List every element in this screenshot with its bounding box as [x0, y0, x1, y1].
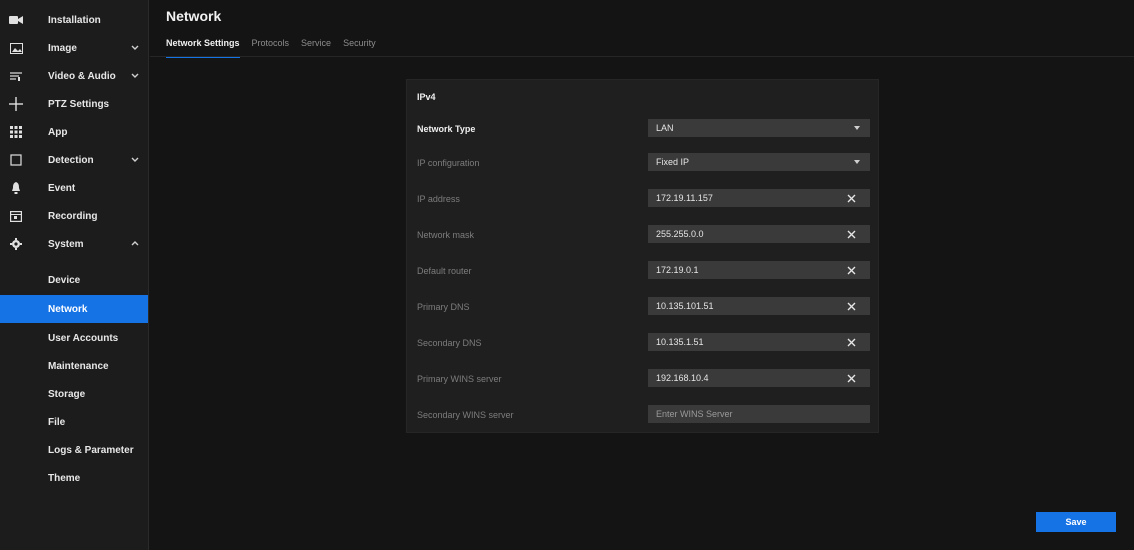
- save-button[interactable]: Save: [1036, 512, 1116, 532]
- clear-secondary-dns-icon[interactable]: [843, 333, 859, 351]
- sidebar-item-video-audio[interactable]: Video & Audio: [0, 65, 148, 87]
- sidebar-item-label: Image: [48, 42, 77, 54]
- sidebar-item-recording[interactable]: Recording: [0, 205, 148, 227]
- bell-icon: [9, 181, 23, 195]
- equalizer-icon: [9, 69, 23, 83]
- sidebar-subitem-label: Storage: [48, 388, 86, 400]
- ipv4-settings-panel: IPv4 Network Type LAN IP configuration F…: [406, 79, 879, 433]
- ip-address-field[interactable]: [648, 189, 870, 207]
- sidebar-subitem-label: Network: [48, 303, 88, 315]
- network-mask-label: Network mask: [417, 230, 475, 240]
- sidebar-subitem-logs-parameter[interactable]: Logs & Parameter: [0, 439, 148, 461]
- detection-frame-icon: [9, 153, 23, 167]
- sidebar-item-label: System: [48, 238, 84, 250]
- clear-primary-dns-icon[interactable]: [843, 297, 859, 315]
- clear-default-router-icon[interactable]: [843, 261, 859, 279]
- sidebar-subitem-label: Logs & Parameter: [48, 444, 134, 456]
- sidebar-subitem-file[interactable]: File: [0, 411, 148, 433]
- clear-network-mask-icon[interactable]: [843, 225, 859, 243]
- header-divider: [150, 56, 1134, 57]
- gear-icon: [9, 237, 23, 251]
- tab-security[interactable]: Security: [343, 38, 376, 56]
- sidebar-subitem-storage[interactable]: Storage: [0, 383, 148, 405]
- sidebar-subitem-label: File: [48, 416, 66, 428]
- sidebar-item-installation[interactable]: Installation: [0, 9, 148, 31]
- network-type-select[interactable]: LAN: [648, 119, 870, 137]
- apps-grid-icon: [9, 125, 23, 139]
- network-type-label: Network Type: [417, 124, 476, 134]
- sidebar-item-label: Installation: [48, 14, 101, 26]
- ip-configuration-select[interactable]: Fixed IP: [648, 153, 870, 171]
- sidebar-item-image[interactable]: Image: [0, 37, 148, 59]
- sidebar-subitem-user-accounts[interactable]: User Accounts: [0, 327, 148, 349]
- ptz-icon: [9, 97, 23, 111]
- chevron-down-icon: [131, 157, 139, 162]
- sidebar-item-event[interactable]: Event: [0, 177, 148, 199]
- sidebar-item-label: App: [48, 126, 68, 138]
- sidebar-subitem-label: Theme: [48, 472, 81, 484]
- caret-down-icon: [854, 126, 860, 130]
- tab-bar: Network Settings Protocols Service Secur…: [166, 38, 376, 58]
- default-router-label: Default router: [417, 266, 472, 276]
- clear-ip-address-icon[interactable]: [843, 189, 859, 207]
- camera-icon: [9, 13, 23, 27]
- sidebar: Installation Image Video & Audio PTZ Set…: [0, 0, 149, 550]
- sidebar-subitem-label: Device: [48, 274, 81, 286]
- sidebar-item-detection[interactable]: Detection: [0, 149, 148, 171]
- secondary-dns-field[interactable]: [648, 333, 870, 351]
- chevron-down-icon: [131, 73, 139, 78]
- primary-dns-label: Primary DNS: [417, 302, 470, 312]
- primary-dns-field[interactable]: [648, 297, 870, 315]
- sidebar-subitem-device[interactable]: Device: [0, 269, 148, 291]
- network-type-value: LAN: [656, 123, 674, 133]
- sidebar-subitem-maintenance[interactable]: Maintenance: [0, 355, 148, 377]
- sidebar-item-label: Recording: [48, 210, 98, 222]
- secondary-wins-label: Secondary WINS server: [417, 410, 514, 420]
- image-icon: [9, 41, 23, 55]
- chevron-up-icon: [131, 241, 139, 246]
- network-mask-field[interactable]: [648, 225, 870, 243]
- section-title: IPv4: [417, 92, 436, 102]
- tab-service[interactable]: Service: [301, 38, 331, 56]
- default-router-field[interactable]: [648, 261, 870, 279]
- chevron-down-icon: [131, 45, 139, 50]
- secondary-wins-field[interactable]: [648, 405, 870, 423]
- sidebar-item-label: Detection: [48, 154, 94, 166]
- clear-primary-wins-icon[interactable]: [843, 369, 859, 387]
- sidebar-item-system[interactable]: System: [0, 233, 148, 255]
- sidebar-subitem-theme[interactable]: Theme: [0, 467, 148, 489]
- sidebar-item-label: Event: [48, 182, 76, 194]
- sidebar-subitem-label: Maintenance: [48, 360, 109, 372]
- page-title: Network: [166, 8, 222, 24]
- tab-network-settings[interactable]: Network Settings: [166, 38, 240, 58]
- sidebar-item-ptz-settings[interactable]: PTZ Settings: [0, 93, 148, 115]
- calendar-icon: [9, 209, 23, 223]
- sidebar-item-label: PTZ Settings: [48, 98, 110, 110]
- sidebar-subitem-network[interactable]: Network: [0, 295, 148, 323]
- secondary-dns-label: Secondary DNS: [417, 338, 482, 348]
- sidebar-subitem-label: User Accounts: [48, 332, 119, 344]
- tab-protocols[interactable]: Protocols: [252, 38, 290, 56]
- primary-wins-label: Primary WINS server: [417, 374, 502, 384]
- ip-configuration-label: IP configuration: [417, 158, 480, 168]
- sidebar-item-app[interactable]: App: [0, 121, 148, 143]
- sidebar-item-label: Video & Audio: [48, 70, 116, 82]
- ip-address-label: IP address: [417, 194, 460, 204]
- ip-configuration-value: Fixed IP: [656, 157, 690, 167]
- caret-down-icon: [854, 160, 860, 164]
- primary-wins-field[interactable]: [648, 369, 870, 387]
